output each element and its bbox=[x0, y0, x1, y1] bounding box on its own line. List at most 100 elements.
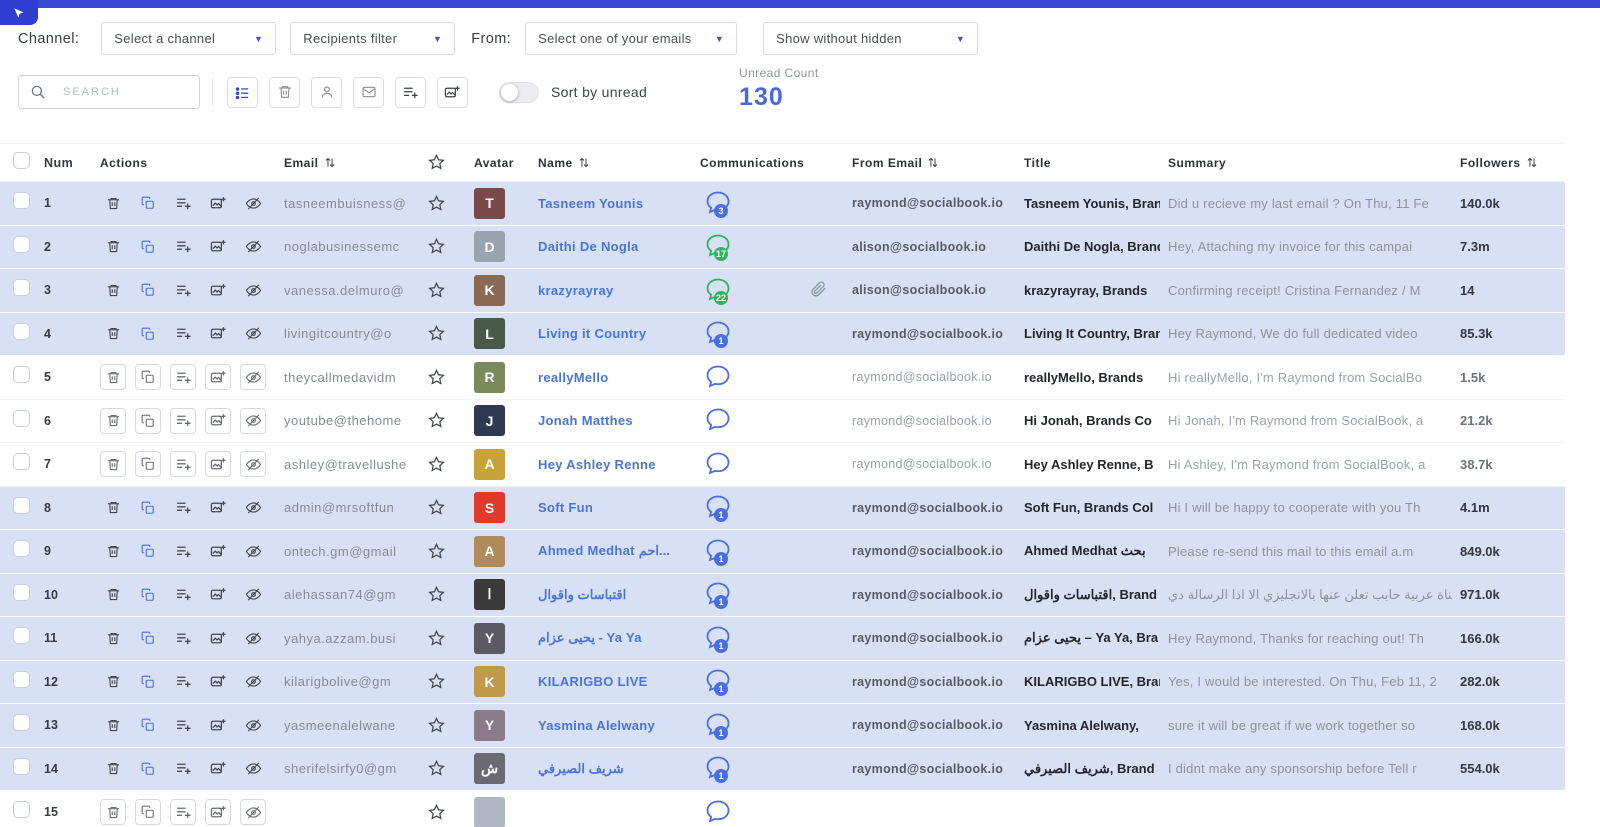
delete-button[interactable] bbox=[100, 277, 126, 303]
copy-button[interactable] bbox=[135, 712, 161, 738]
communications-bubble[interactable]: 1 bbox=[705, 538, 733, 566]
playlist-add-button[interactable] bbox=[170, 495, 196, 521]
image-add-button[interactable] bbox=[205, 234, 231, 260]
star-button[interactable] bbox=[427, 237, 446, 256]
name-link[interactable]: يحيى عزام - Ya Ya bbox=[530, 630, 692, 646]
playlist-add-button[interactable] bbox=[170, 234, 196, 260]
copy-button[interactable] bbox=[135, 495, 161, 521]
star-button[interactable] bbox=[427, 759, 446, 778]
image-add-button[interactable] bbox=[205, 495, 231, 521]
communications-bubble[interactable]: 1 bbox=[705, 625, 733, 653]
delete-button[interactable] bbox=[100, 495, 126, 521]
copy-button[interactable] bbox=[135, 538, 161, 564]
row-checkbox[interactable] bbox=[13, 583, 30, 601]
sort-by-unread-toggle[interactable] bbox=[499, 81, 539, 103]
image-add-button[interactable] bbox=[205, 669, 231, 695]
delete-button[interactable] bbox=[100, 669, 126, 695]
avatar[interactable]: ش bbox=[474, 753, 505, 785]
filter-list-button[interactable] bbox=[227, 76, 258, 108]
row-checkbox[interactable] bbox=[13, 540, 30, 558]
avatar[interactable]: L bbox=[474, 318, 505, 350]
playlist-add-button[interactable] bbox=[170, 669, 196, 695]
star-button[interactable] bbox=[427, 803, 446, 822]
copy-button[interactable] bbox=[135, 234, 161, 260]
row-checkbox[interactable] bbox=[13, 670, 30, 688]
name-link[interactable]: krazyrayray bbox=[530, 283, 692, 298]
playlist-add-button[interactable] bbox=[170, 756, 196, 782]
header-from-email[interactable]: From Email bbox=[844, 156, 1016, 170]
playlist-add-button[interactable] bbox=[170, 190, 196, 216]
playlist-add-button[interactable] bbox=[170, 538, 196, 564]
avatar[interactable]: ا bbox=[474, 579, 505, 611]
image-add-button[interactable] bbox=[205, 625, 231, 651]
playlist-add-button[interactable] bbox=[395, 76, 426, 108]
avatar[interactable] bbox=[474, 796, 505, 827]
name-link[interactable]: Living it Country bbox=[530, 326, 692, 341]
image-add-button[interactable] bbox=[205, 277, 231, 303]
hide-button[interactable] bbox=[240, 364, 266, 391]
image-add-button[interactable] bbox=[205, 451, 231, 478]
name-link[interactable]: Soft Fun bbox=[530, 500, 692, 515]
copy-button[interactable] bbox=[135, 190, 161, 216]
hide-button[interactable] bbox=[240, 799, 266, 826]
hide-button[interactable] bbox=[240, 190, 266, 216]
row-checkbox[interactable] bbox=[13, 801, 30, 819]
row-checkbox[interactable] bbox=[13, 409, 30, 427]
image-add-button[interactable] bbox=[205, 799, 231, 826]
avatar[interactable]: K bbox=[474, 274, 505, 306]
communications-bubble[interactable]: 1 bbox=[705, 668, 733, 697]
hide-button[interactable] bbox=[240, 451, 266, 478]
row-checkbox[interactable] bbox=[13, 757, 30, 775]
name-link[interactable]: KILARIGBO LIVE bbox=[530, 674, 692, 689]
image-add-button[interactable] bbox=[205, 364, 231, 391]
avatar[interactable]: T bbox=[474, 187, 505, 219]
delete-button[interactable] bbox=[100, 407, 126, 434]
star-button[interactable] bbox=[427, 542, 446, 561]
copy-button[interactable] bbox=[135, 625, 161, 651]
star-button[interactable] bbox=[427, 498, 446, 517]
avatar[interactable]: D bbox=[474, 231, 505, 263]
star-button[interactable] bbox=[427, 368, 446, 387]
avatar[interactable]: J bbox=[474, 405, 505, 437]
avatar[interactable]: A bbox=[474, 535, 505, 567]
extension-cursor-icon[interactable] bbox=[0, 0, 38, 25]
communications-bubble[interactable]: 1 bbox=[705, 320, 733, 349]
image-add-button[interactable] bbox=[205, 321, 231, 347]
communications-bubble[interactable]: 1 bbox=[705, 581, 733, 610]
avatar[interactable]: A bbox=[474, 448, 505, 480]
communications-bubble[interactable] bbox=[705, 451, 733, 478]
delete-button[interactable] bbox=[100, 582, 126, 608]
from-email-select[interactable]: Select one of your emails ▼ bbox=[525, 22, 738, 55]
row-checkbox[interactable] bbox=[13, 235, 30, 253]
hide-button[interactable] bbox=[240, 495, 266, 521]
communications-bubble[interactable]: 22 bbox=[705, 277, 733, 305]
delete-button[interactable] bbox=[100, 799, 126, 826]
delete-button[interactable] bbox=[100, 364, 126, 391]
copy-button[interactable] bbox=[135, 407, 161, 434]
name-link[interactable]: Hey Ashley Renne bbox=[530, 457, 692, 472]
communications-bubble[interactable] bbox=[705, 364, 733, 391]
row-checkbox[interactable] bbox=[13, 496, 30, 514]
hide-button[interactable] bbox=[240, 407, 266, 434]
image-add-button[interactable] bbox=[205, 407, 231, 434]
delete-button[interactable] bbox=[100, 756, 126, 782]
name-link[interactable]: reallyMello bbox=[530, 370, 692, 385]
copy-button[interactable] bbox=[135, 277, 161, 303]
copy-button[interactable] bbox=[135, 756, 161, 782]
copy-button[interactable] bbox=[135, 321, 161, 347]
image-add-button[interactable] bbox=[205, 538, 231, 564]
communications-bubble[interactable]: 3 bbox=[705, 190, 733, 218]
avatar[interactable]: S bbox=[474, 492, 505, 524]
contact-button[interactable] bbox=[311, 76, 342, 108]
image-add-button[interactable] bbox=[205, 756, 231, 782]
row-checkbox[interactable] bbox=[13, 627, 30, 645]
delete-button[interactable] bbox=[100, 451, 126, 478]
playlist-add-button[interactable] bbox=[170, 582, 196, 608]
communications-bubble[interactable]: 1 bbox=[705, 712, 733, 740]
hide-button[interactable] bbox=[240, 669, 266, 695]
star-button[interactable] bbox=[427, 281, 446, 300]
playlist-add-button[interactable] bbox=[170, 321, 196, 347]
star-button[interactable] bbox=[427, 629, 446, 648]
avatar[interactable]: K bbox=[474, 666, 505, 698]
hide-button[interactable] bbox=[240, 756, 266, 782]
